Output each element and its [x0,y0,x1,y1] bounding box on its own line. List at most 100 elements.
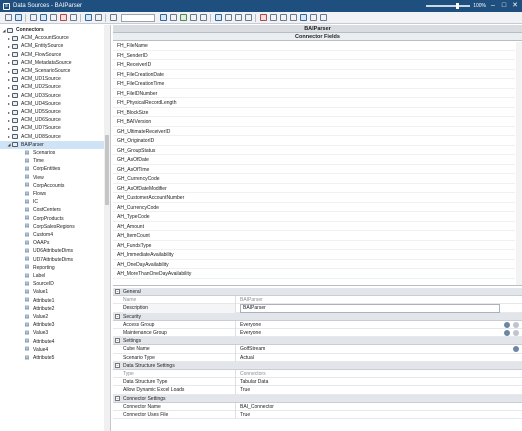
collapse-icon[interactable]: − [115,338,120,344]
property-row[interactable]: Connector Name BAI_Connector [113,402,522,411]
tree-root-connectors[interactable]: ◢ Connectors [0,26,104,34]
property-section[interactable]: − General [113,288,522,297]
grid-icon[interactable] [234,14,242,21]
minimize-button[interactable]: – [488,1,498,11]
ellipsis-icon[interactable] [513,330,519,336]
property-value[interactable]: Everyone [240,329,500,337]
value-picker-icon[interactable] [504,330,510,336]
field-row[interactable]: GH_OriginatorID [113,137,515,146]
property-row[interactable]: Connector Uses File True [113,411,522,420]
tree-item-field-map[interactable]: ▤ Value3 [0,329,104,337]
tree-item-field-map[interactable]: ▤ CorpProducts [0,215,104,223]
refresh-icon[interactable] [269,14,277,21]
property-row[interactable]: Name BAIParser [113,296,522,305]
tree-item-field-map[interactable]: ▤ Time [0,157,104,165]
field-row[interactable]: GH_GroupStatus [113,147,515,156]
property-value[interactable]: BAI_Connector [240,403,500,411]
delete-icon[interactable] [59,14,67,21]
field-row[interactable]: FH_FileName [113,42,515,51]
tree-item-connector[interactable]: ▸ ACM_UD2Source [0,83,104,91]
zoom-slider-thumb[interactable] [456,3,460,9]
field-row[interactable]: FH_FileIDNumber [113,90,515,99]
load-icon[interactable] [179,14,187,21]
tree-item-field-map[interactable]: ▤ View [0,174,104,182]
tree-scrollbar-thumb[interactable] [105,135,109,205]
tree-item-field-map[interactable]: ▤ Attribute5 [0,354,104,362]
tree-item-field-map[interactable]: ▤ Flows [0,190,104,198]
tree-item-connector[interactable]: ▸ ACM_ScenarioSource [0,67,104,75]
tree-item-field-map[interactable]: ▤ CorpSalesRegions [0,223,104,231]
tree-scrollbar[interactable] [104,25,110,431]
field-row[interactable]: FH_BlockSize [113,109,515,118]
help-icon[interactable] [309,14,317,21]
property-row[interactable]: Maintenance Group Everyone [113,329,522,338]
info-icon[interactable] [319,14,327,21]
run-icon[interactable] [214,14,222,21]
tree-item-field-map[interactable]: ▤ CostCenters [0,206,104,214]
tree-item-field-map[interactable]: ▤ Attribute1 [0,297,104,305]
tree-item-connector[interactable]: ▸ ACM_UD1Source [0,75,104,83]
property-row[interactable]: Allow Dynamic Excel Loads True [113,386,522,395]
property-section[interactable]: − Settings [113,337,522,346]
field-row[interactable]: AH_CustomerAccountNumber [113,194,515,203]
search-icon[interactable] [279,14,287,21]
field-row[interactable]: FH_FileCreationDate [113,71,515,80]
property-section[interactable]: − Security [113,312,522,321]
rename-icon[interactable] [69,14,77,21]
field-row[interactable]: AH_TypeCode [113,213,515,222]
field-row[interactable]: AH_Amount [113,223,515,232]
field-row[interactable]: AH_MoreThanOneDayAvailability [113,270,515,279]
save-icon[interactable] [39,14,47,21]
error-icon[interactable] [259,14,267,21]
value-picker-icon[interactable] [513,346,519,353]
tree-item-selected[interactable]: ◢ BAIParser [0,140,104,149]
property-section[interactable]: − Data Structure Settings [113,361,522,370]
collapse-icon[interactable]: − [115,395,120,401]
field-row[interactable]: FH_BAIVersion [113,118,515,127]
property-value[interactable]: Tabular Data [240,378,500,386]
tree-item-field-map[interactable]: ▤ Attribute3 [0,321,104,329]
property-value[interactable]: True [240,386,500,394]
tree-item-field-map[interactable]: ▤ Custom4 [0,231,104,239]
property-section[interactable]: − Connector Settings [113,394,522,403]
collapse-icon[interactable]: − [115,313,120,319]
tree-item-field-map[interactable]: ▤ CorpAccounts [0,182,104,190]
tree-item-connector[interactable]: ▸ ACM_FlowSource [0,51,104,59]
copy-icon[interactable] [49,14,57,21]
property-value[interactable]: BAIParser [240,304,500,313]
tree-item-connector[interactable]: ▸ ACM_AccountSource [0,34,104,42]
field-row[interactable]: GH_CurrencyCode [113,175,515,184]
tree-item-field-map[interactable]: ▤ UD7AttributeDims [0,256,104,264]
collapse-icon[interactable]: − [115,362,120,368]
tree-item-field-map[interactable]: ▤ UD6AttributeDims [0,247,104,255]
field-row[interactable]: AH_FundsType [113,242,515,251]
property-value[interactable]: Actual [240,354,500,362]
property-row[interactable]: Access Group Everyone [113,320,522,329]
tree-item-connector[interactable]: ▸ ACM_EntitySource [0,42,104,50]
link-icon[interactable] [199,14,207,21]
tree-item-field-map[interactable]: ▤ Label [0,272,104,280]
field-row[interactable]: GH_UltimateReceiverID [113,128,515,137]
property-row[interactable]: Type Connectors [113,370,522,379]
tree-item-field-map[interactable]: ▤ OAAPs [0,239,104,247]
collapse-icon[interactable]: − [115,289,120,295]
settings-icon[interactable] [299,14,307,21]
field-row[interactable]: FH_FileCreationTime [113,80,515,89]
stop-icon[interactable] [224,14,232,21]
value-picker-icon[interactable] [504,321,510,328]
tree-item-field-map[interactable]: ▤ Attribute2 [0,305,104,313]
field-row[interactable]: AH_CurrencyCode [113,204,515,213]
property-row[interactable]: Scenario Type Actual [113,353,522,362]
field-row[interactable]: FH_PhysicalRecordLength [113,99,515,108]
tree-item-connector[interactable]: ▸ ACM_UD5Source [0,108,104,116]
tree-item-field-map[interactable]: ▤ Value2 [0,313,104,321]
property-row[interactable]: Cube Name GolfStream [113,345,522,354]
tree-item-field-map[interactable]: ▤ SourceID [0,280,104,288]
property-value[interactable]: True [240,411,500,419]
tree-item-field-map[interactable]: ▤ CorpEntities [0,165,104,173]
ellipsis-icon[interactable] [513,321,519,328]
tree-item-connector[interactable]: ▸ ACM_UD8Source [0,133,104,141]
field-row[interactable]: AH_OneDayAvailability [113,261,515,270]
move-up-icon[interactable] [84,14,92,21]
tree-view-icon[interactable] [4,14,12,21]
